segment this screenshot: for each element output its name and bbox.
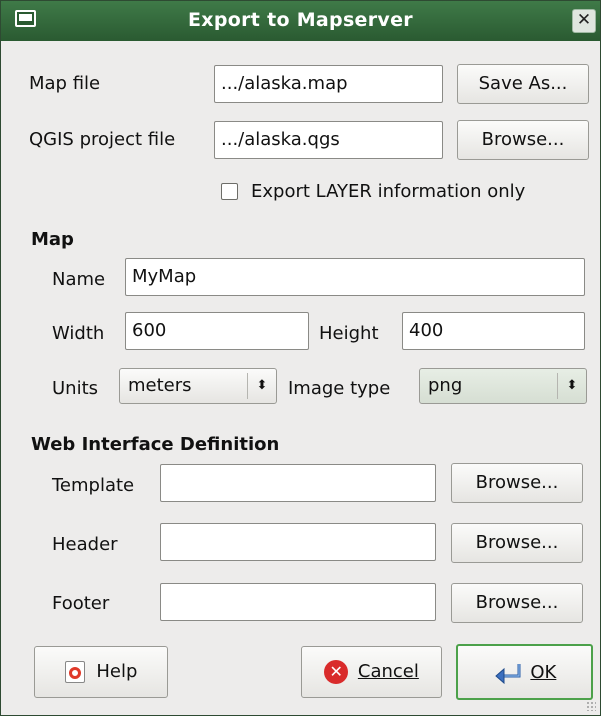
footer-browse-button[interactable]: Browse...: [451, 583, 583, 623]
export-layer-only-label[interactable]: Export LAYER information only: [251, 181, 525, 202]
name-input[interactable]: MyMap: [125, 258, 585, 296]
qgis-project-label: QGIS project file: [29, 129, 176, 150]
qgis-browse-button[interactable]: Browse...: [457, 120, 589, 160]
units-select[interactable]: meters ⬍: [119, 368, 277, 404]
template-input[interactable]: [160, 464, 436, 502]
qgis-project-input[interactable]: .../alaska.qgs: [214, 121, 443, 159]
resize-grip[interactable]: [586, 701, 596, 711]
units-value: meters: [128, 375, 192, 396]
width-input[interactable]: 600: [125, 312, 309, 350]
height-label: Height: [319, 323, 379, 344]
footer-input[interactable]: [160, 583, 436, 621]
help-icon: [64, 661, 85, 683]
template-browse-button[interactable]: Browse...: [451, 463, 583, 503]
map-section-title: Map: [31, 229, 74, 250]
ok-button[interactable]: OK: [456, 644, 593, 700]
header-label: Header: [52, 534, 118, 555]
map-file-label: Map file: [29, 73, 101, 94]
close-icon[interactable]: ✕: [572, 9, 596, 33]
footer-label: Footer: [52, 593, 110, 614]
window-title: Export to Mapserver: [188, 9, 413, 31]
cancel-icon: ✕: [324, 660, 349, 684]
help-button-label: Help: [96, 661, 138, 682]
export-layer-only-checkbox[interactable]: [221, 183, 238, 200]
save-as-button[interactable]: Save As...: [457, 64, 589, 104]
map-file-input[interactable]: .../alaska.map: [214, 65, 443, 103]
template-label: Template: [52, 475, 135, 496]
name-label: Name: [52, 269, 106, 290]
cancel-button-label: Cancel: [357, 661, 419, 682]
width-label: Width: [52, 323, 105, 344]
ok-button-label: OK: [530, 662, 557, 683]
header-browse-button[interactable]: Browse...: [451, 523, 583, 563]
image-type-select[interactable]: png ⬍: [419, 368, 587, 404]
title-bar[interactable]: Export to Mapserver ✕: [1, 1, 600, 41]
image-type-label: Image type: [288, 378, 391, 399]
help-button[interactable]: Help: [34, 646, 168, 698]
height-input[interactable]: 400: [402, 312, 585, 350]
ok-icon: [494, 664, 521, 685]
up-down-arrow-icon: ⬍: [557, 373, 586, 399]
image-type-value: png: [428, 375, 463, 396]
header-input[interactable]: [160, 523, 436, 561]
units-label: Units: [52, 378, 99, 399]
up-down-arrow-icon: ⬍: [247, 373, 276, 399]
export-dialog: Export to Mapserver ✕ Map file .../alask…: [0, 0, 601, 716]
web-interface-section-title: Web Interface Definition: [31, 434, 280, 455]
cancel-button[interactable]: ✕ Cancel: [301, 646, 442, 698]
